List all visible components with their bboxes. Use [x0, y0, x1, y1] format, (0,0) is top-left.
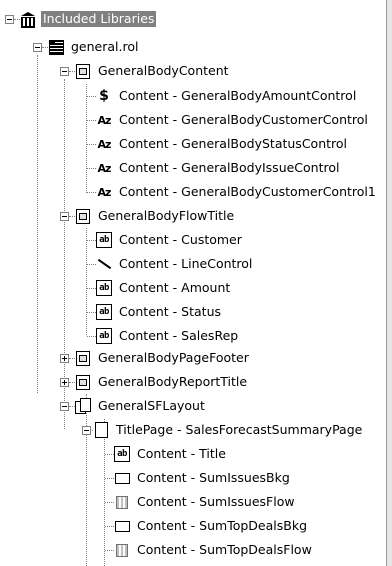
layout-icon [75, 398, 91, 414]
node-label: general.rol [71, 39, 139, 54]
node-label: GeneralBodyContent [98, 63, 229, 78]
node-label: Content - LineControl [119, 256, 253, 271]
collapse-toggle[interactable] [82, 426, 91, 435]
rectangle-icon [114, 518, 130, 534]
az-icon: Az [97, 185, 112, 199]
expand-toggle[interactable] [60, 378, 69, 387]
node-label: Content - GeneralBodyCustomerControl1 [119, 184, 376, 199]
tree-connector [104, 419, 105, 566]
tree-node-general-body-content[interactable]: GeneralBodyContent [75, 60, 231, 82]
az-icon: Az [97, 161, 112, 175]
text-control-icon: ab [96, 280, 112, 296]
tree-node-title-page[interactable]: TitlePage - SalesForecastSummaryPage [93, 419, 364, 441]
tree-connector [86, 394, 87, 566]
node-label: Content - GeneralBodyCustomerControl [119, 112, 368, 127]
node-label: GeneralSFLayout [98, 398, 205, 413]
text-control-icon: ab [114, 446, 130, 462]
node-label: TitlePage - SalesForecastSummaryPage [116, 422, 363, 437]
dollar-icon: $ [99, 88, 109, 104]
tree-node-content[interactable]: Az Content - GeneralBodyCustomerControl1 [96, 181, 378, 203]
text-control-icon: ab [96, 328, 112, 344]
rectangle-icon [114, 470, 130, 486]
node-label: Content - SumIssuesBkg [137, 470, 290, 485]
text-control-icon: ab [96, 232, 112, 248]
tree-connector [37, 55, 38, 393]
node-label: Content - SumTopDealsFlow [137, 542, 312, 557]
tree-node-content[interactable]: Az Content - GeneralBodyStatusControl [96, 133, 349, 155]
expand-toggle[interactable] [60, 354, 69, 363]
tree-node-general-body-flow-title[interactable]: GeneralBodyFlowTitle [75, 205, 236, 227]
tree-node-content[interactable]: ab Content - Status [96, 301, 223, 323]
component-tree: Included Libraries general.rol GeneralBo… [0, 0, 386, 566]
node-label: Content - SalesRep [119, 328, 239, 343]
tree-node-general-rol[interactable]: general.rol [48, 36, 140, 58]
node-label: Content - SumIssuesFlow [137, 494, 295, 509]
tree-connector [64, 79, 65, 429]
az-icon: Az [97, 113, 112, 127]
collapse-toggle[interactable] [60, 212, 69, 221]
node-label: Content - GeneralBodyIssueControl [119, 160, 340, 175]
frame-icon [75, 350, 91, 366]
flow-icon [114, 494, 130, 510]
tree-node-general-body-report-title[interactable]: GeneralBodyReportTitle [75, 371, 249, 393]
tree-node-content[interactable]: ab Content - Customer [96, 229, 244, 251]
collapse-toggle[interactable] [5, 15, 14, 24]
az-icon: Az [97, 137, 112, 151]
tree-node-included-libraries[interactable]: Included Libraries [20, 8, 157, 30]
node-label: Content - GeneralBodyAmountControl [119, 88, 357, 103]
tree-node-content[interactable]: Content - LineControl [96, 253, 254, 275]
library-icon [20, 11, 36, 28]
line-icon [96, 256, 112, 272]
tree-node-content[interactable]: Az Content - GeneralBodyIssueControl [96, 157, 342, 179]
tree-node-content[interactable]: Content - SumIssuesBkg [114, 467, 292, 489]
panel-border [386, 0, 392, 566]
node-label: Content - Title [137, 446, 226, 461]
tree-node-content[interactable]: Content - SumTopDealsFlow [114, 539, 314, 561]
node-label: Content - Status [119, 304, 222, 319]
frame-icon [75, 208, 91, 224]
node-label: Content - Customer [119, 232, 242, 247]
node-label: GeneralBodyPageFooter [98, 350, 249, 365]
flow-icon [114, 542, 130, 558]
tree-node-general-sf-layout[interactable]: GeneralSFLayout [75, 395, 207, 417]
collapse-toggle[interactable] [33, 43, 42, 52]
node-label: Included Libraries [41, 11, 157, 27]
node-label: GeneralBodyReportTitle [98, 374, 248, 389]
tree-node-content[interactable]: Content - SumTopDealsBkg [114, 515, 309, 537]
collapse-toggle[interactable] [60, 402, 69, 411]
tree-node-content[interactable]: $ Content - GeneralBodyAmountControl [96, 85, 358, 107]
node-label: Content - GeneralBodyStatusControl [119, 136, 348, 151]
frame-icon [75, 374, 91, 390]
tree-node-content[interactable]: ab Content - Amount [96, 277, 232, 299]
collapse-toggle[interactable] [60, 67, 69, 76]
tree-node-content[interactable]: Az Content - GeneralBodyCustomerControl [96, 109, 370, 131]
tree-node-content[interactable]: Content - SumIssuesFlow [114, 491, 297, 513]
node-label: GeneralBodyFlowTitle [98, 208, 235, 223]
report-icon [48, 39, 64, 55]
tree-node-content[interactable]: ab Content - SalesRep [96, 325, 240, 347]
node-label: Content - SumTopDealsBkg [137, 518, 308, 533]
page-icon [93, 422, 109, 438]
frame-icon [75, 63, 91, 79]
tree-connector [86, 228, 87, 335]
tree-node-general-body-page-footer[interactable]: GeneralBodyPageFooter [75, 347, 251, 369]
tree-connector [86, 84, 87, 193]
node-label: Content - Amount [119, 280, 231, 295]
tree-node-content[interactable]: ab Content - Title [114, 443, 228, 465]
text-control-icon: ab [96, 304, 112, 320]
